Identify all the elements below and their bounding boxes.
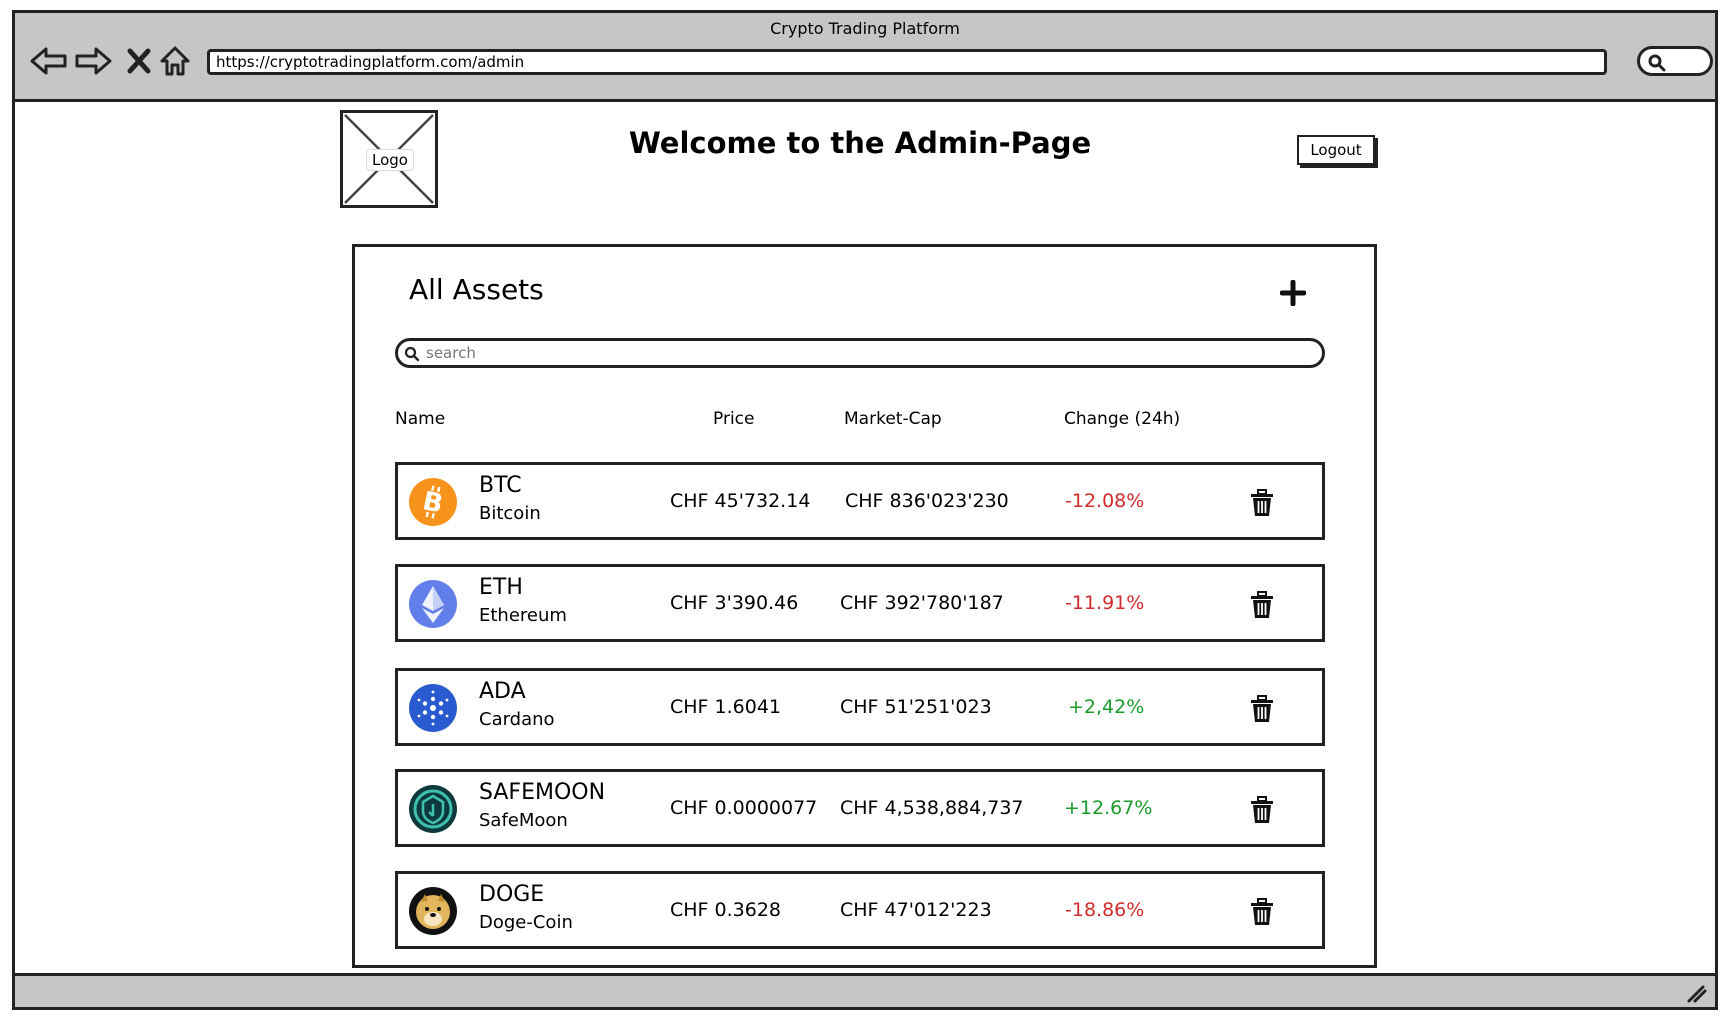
column-header-market-cap: Market-Cap [844,409,942,429]
delete-asset-button[interactable] [1248,489,1276,519]
browser-toolbar: Crypto Trading Platform https://cryptotr… [15,13,1715,102]
resize-handle-icon[interactable] [1685,983,1707,1003]
logout-button[interactable]: Logout [1297,135,1375,165]
bitcoin-icon: B [408,477,458,527]
asset-row[interactable]: ADA Cardano CHF 1.6041 CHF 51'251'023 +2… [395,668,1325,746]
browser-status-bar [15,973,1715,1007]
window-title: Crypto Trading Platform [770,19,960,38]
asset-ticker: ADA [479,679,526,704]
asset-change: -11.91% [1065,592,1145,614]
column-header-price: Price [713,409,755,429]
trash-icon [1251,489,1273,516]
asset-price: CHF 0.3628 [670,899,782,921]
asset-row[interactable]: ETH Ethereum CHF 3'390.46 CHF 392'780'18… [395,564,1325,642]
asset-name: Cardano [479,709,555,730]
logo-placeholder: Logo [340,110,438,208]
ethereum-icon [408,579,458,629]
asset-market-cap: CHF 836'023'230 [845,490,1009,512]
logo-label: Logo [366,149,414,171]
asset-search-field[interactable] [395,338,1325,368]
asset-price: CHF 1.6041 [670,696,782,718]
asset-row[interactable]: B BTC Bitcoin CHF 45'732.14 CHF 836'023'… [395,462,1325,540]
asset-market-cap: CHF 392'780'187 [840,592,1004,614]
column-header-change: Change (24h) [1064,409,1181,429]
search-icon [1648,54,1666,72]
add-asset-button[interactable] [1275,275,1311,311]
asset-ticker: DOGE [479,882,545,907]
stop-icon[interactable] [119,41,159,81]
asset-change: -12.08% [1065,490,1145,512]
asset-name: Ethereum [479,605,567,626]
trash-icon [1251,695,1273,722]
asset-change: +2,42% [1068,696,1145,718]
doge-icon [408,886,458,936]
safemoon-icon [408,784,458,834]
forward-icon[interactable] [73,41,113,81]
asset-change: +12.67% [1064,797,1153,819]
asset-market-cap: CHF 51'251'023 [840,696,992,718]
asset-row[interactable]: DOGE Doge-Coin CHF 0.3628 CHF 47'012'223… [395,871,1325,949]
asset-change: -18.86% [1065,899,1145,921]
browser-search-field[interactable] [1637,46,1713,76]
plus-icon [1280,280,1306,306]
delete-asset-button[interactable] [1248,695,1276,725]
asset-market-cap: CHF 47'012'223 [840,899,992,921]
asset-name: SafeMoon [479,810,568,831]
column-header-name: Name [395,409,446,429]
asset-name: Bitcoin [479,503,541,524]
asset-ticker: BTC [479,473,522,498]
cardano-icon [408,683,458,733]
home-icon[interactable] [155,41,195,81]
asset-market-cap: CHF 4,538,884,737 [840,797,1024,819]
trash-icon [1251,796,1273,823]
trash-icon [1251,898,1273,925]
asset-name: Doge-Coin [479,912,573,933]
assets-panel: All Assets Name Price Market-Cap Change … [352,244,1377,968]
delete-asset-button[interactable] [1248,796,1276,826]
trash-icon [1251,591,1273,618]
asset-price: CHF 0.0000077 [670,797,818,819]
asset-ticker: SAFEMOON [479,780,606,805]
panel-title: All Assets [409,273,544,306]
asset-price: CHF 45'732.14 [670,490,811,512]
search-icon [404,346,420,362]
asset-ticker: ETH [479,575,523,600]
page-title: Welcome to the Admin-Page [628,126,1092,160]
back-icon[interactable] [29,41,69,81]
search-input[interactable] [422,341,1312,365]
address-bar[interactable]: https://cryptotradingplatform.com/admin [207,49,1607,75]
asset-row[interactable]: SAFEMOON SafeMoon CHF 0.0000077 CHF 4,53… [395,769,1325,847]
delete-asset-button[interactable] [1248,591,1276,621]
delete-asset-button[interactable] [1248,898,1276,928]
asset-price: CHF 3'390.46 [670,592,799,614]
